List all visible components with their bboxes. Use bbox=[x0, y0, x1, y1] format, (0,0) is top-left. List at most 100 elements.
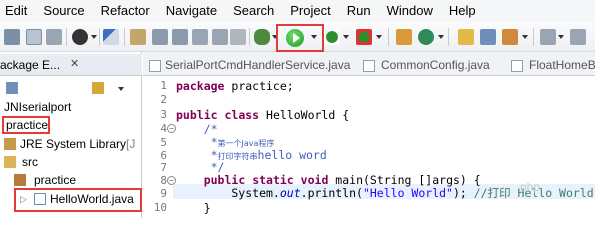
toolbar-separator bbox=[448, 28, 449, 46]
package-explorer-tab-label: ackage E... bbox=[0, 58, 61, 72]
open-type-icon[interactable] bbox=[480, 29, 496, 45]
menu-run[interactable]: Run bbox=[339, 0, 379, 22]
keyword-static: static bbox=[252, 173, 294, 187]
external-tools-icon[interactable] bbox=[356, 29, 372, 45]
code-line-7: */ bbox=[176, 160, 225, 174]
new-package-icon[interactable] bbox=[396, 29, 412, 45]
practice-highlight-box bbox=[2, 116, 50, 134]
menu-search[interactable]: Search bbox=[225, 0, 282, 22]
menu-refactor[interactable]: Refactor bbox=[93, 0, 158, 22]
keyword-void: void bbox=[300, 173, 329, 187]
line-number: 3 bbox=[160, 108, 167, 121]
new-class-icon[interactable] bbox=[418, 29, 434, 45]
toolbar-separator bbox=[533, 28, 534, 46]
open-folder-icon[interactable] bbox=[458, 29, 474, 45]
package-label: practice bbox=[34, 173, 77, 187]
java-file-icon bbox=[511, 60, 523, 72]
line-number: 10 bbox=[153, 201, 167, 214]
view-menu-icon[interactable] bbox=[118, 87, 124, 91]
menu-help[interactable]: Help bbox=[441, 0, 484, 22]
menu-edit[interactable]: Edit bbox=[0, 0, 35, 22]
source-folder-icon bbox=[4, 156, 16, 168]
bug-icon[interactable] bbox=[254, 29, 270, 45]
jre-library-label: JRE System Library bbox=[20, 137, 127, 151]
hello-world-highlight-box bbox=[14, 188, 142, 212]
tab-floathomeb[interactable]: FloatHomeB bbox=[529, 58, 595, 72]
fold-toggle-icon[interactable]: − bbox=[167, 124, 176, 133]
line-number: 1 bbox=[160, 79, 167, 92]
menu-navigate[interactable]: Navigate bbox=[158, 0, 225, 22]
menu-bar: Edit Source Refactor Navigate Search Pro… bbox=[0, 0, 595, 22]
link-editor-icon[interactable] bbox=[92, 82, 104, 94]
menu-project[interactable]: Project bbox=[282, 0, 338, 22]
back-icon[interactable] bbox=[570, 29, 586, 45]
tab-serialportcmdhandlerservice[interactable]: SerialPortCmdHandlerService.java bbox=[165, 58, 350, 72]
string-literal: "Hello World" bbox=[362, 186, 453, 200]
word-wrap-icon[interactable] bbox=[212, 29, 228, 45]
open-icon[interactable] bbox=[4, 29, 20, 45]
field-out: out bbox=[279, 186, 301, 200]
toolbar-separator bbox=[249, 28, 250, 46]
keyword-class: class bbox=[224, 108, 260, 122]
jre-library-suffix: [J bbox=[126, 137, 136, 151]
keyword-package: package bbox=[176, 79, 225, 93]
line-number: 4 bbox=[160, 122, 167, 135]
coverage-icon[interactable] bbox=[324, 29, 340, 45]
next-annotation-icon[interactable] bbox=[152, 29, 168, 45]
pin-icon[interactable] bbox=[103, 29, 119, 45]
line-number: 5 bbox=[160, 136, 167, 149]
editor-tab-bar: SerialPortCmdHandlerService.java CommonC… bbox=[143, 52, 595, 76]
java-file-icon bbox=[363, 60, 375, 72]
code-line-3: public class HelloWorld { bbox=[176, 108, 349, 122]
line-number: 7 bbox=[160, 161, 167, 174]
code-text: main(String []args) { bbox=[328, 173, 481, 187]
chevron-down-icon[interactable] bbox=[522, 35, 528, 39]
toolbar-separator bbox=[388, 28, 389, 46]
search-icon[interactable] bbox=[502, 29, 518, 45]
code-text: System. bbox=[176, 186, 280, 200]
code-line-8: public static void main(String []args) { bbox=[176, 173, 481, 187]
list-item[interactable]: JRE System Library [J bbox=[0, 135, 142, 153]
block-selection-icon[interactable] bbox=[192, 29, 208, 45]
code-text: .println( bbox=[300, 186, 363, 200]
fold-toggle-icon[interactable]: − bbox=[167, 176, 176, 185]
chevron-down-icon[interactable] bbox=[91, 35, 97, 39]
java-file-icon bbox=[149, 60, 161, 72]
line-number: 9 bbox=[160, 187, 167, 200]
src-label: src bbox=[22, 155, 38, 169]
chevron-down-icon[interactable] bbox=[438, 35, 444, 39]
collapse-all-icon[interactable] bbox=[6, 82, 18, 94]
explorer-toolbar bbox=[0, 78, 142, 98]
close-icon[interactable]: ✕ bbox=[70, 57, 79, 70]
tab-commonconfig[interactable]: CommonConfig.java bbox=[381, 58, 490, 72]
next-edit-icon[interactable] bbox=[540, 29, 556, 45]
library-icon bbox=[4, 138, 16, 150]
comment-text-tail: hello word bbox=[257, 148, 327, 162]
project-label-jniserialport: JNIserialport bbox=[4, 100, 72, 114]
chevron-down-icon[interactable] bbox=[343, 35, 349, 39]
chevron-down-icon[interactable] bbox=[558, 35, 564, 39]
chevron-down-icon[interactable] bbox=[376, 35, 382, 39]
package-explorer-tab[interactable]: ackage E... ✕ bbox=[0, 54, 142, 76]
user-icon[interactable] bbox=[72, 29, 88, 45]
code-line-4: /* bbox=[176, 122, 218, 136]
package-icon bbox=[14, 174, 26, 186]
run-icon[interactable] bbox=[286, 29, 304, 47]
toolbar-separator bbox=[99, 28, 100, 46]
save-icon[interactable] bbox=[26, 29, 42, 45]
keyword-public: public bbox=[176, 108, 218, 122]
menu-source[interactable]: Source bbox=[35, 0, 92, 22]
paragraph-icon[interactable] bbox=[230, 29, 246, 45]
save-all-icon[interactable] bbox=[46, 29, 62, 45]
line-number: 8 bbox=[160, 174, 167, 187]
code-line-10: } bbox=[176, 201, 211, 215]
menu-window[interactable]: Window bbox=[379, 0, 441, 22]
comment-star: * bbox=[176, 135, 218, 149]
watermark: php bbox=[520, 180, 541, 194]
keyword-public: public bbox=[203, 173, 246, 187]
code-text: practice; bbox=[224, 79, 294, 93]
comment-text: 第一个Java程序 bbox=[217, 139, 275, 148]
previous-annotation-icon[interactable] bbox=[172, 29, 188, 45]
marker-icon[interactable] bbox=[130, 29, 146, 45]
code-line-5: *第一个Java程序 bbox=[176, 135, 275, 149]
